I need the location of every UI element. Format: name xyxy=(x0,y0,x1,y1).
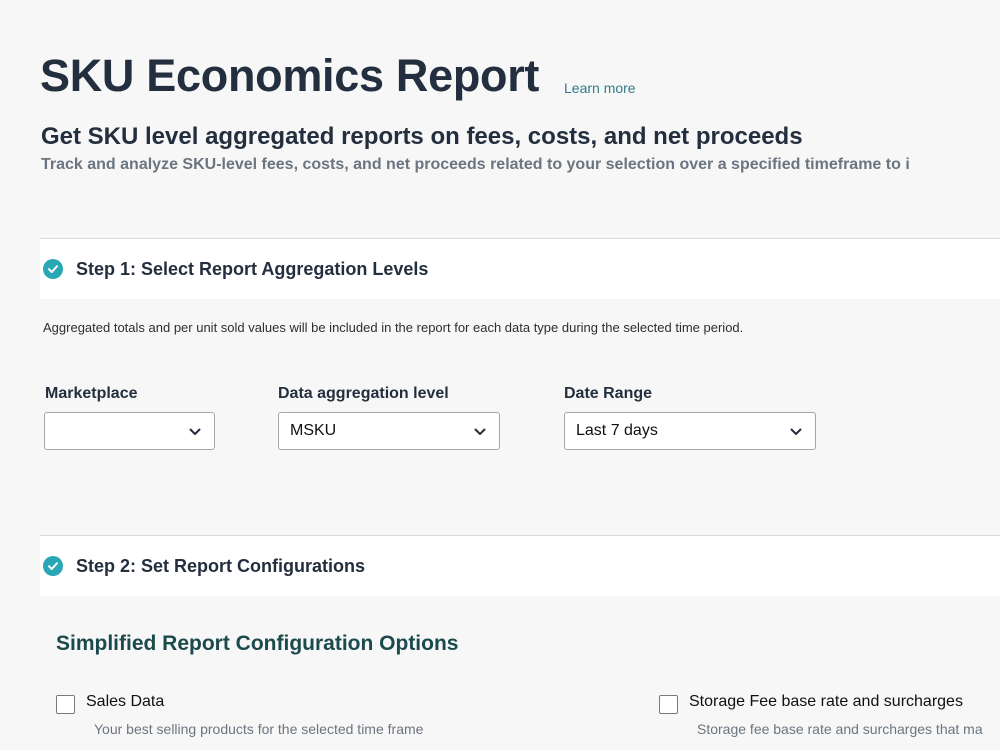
aggregation-level-value: MSKU xyxy=(290,422,337,439)
sales-data-checkbox[interactable] xyxy=(56,695,75,714)
step2-header[interactable]: Step 2: Set Report Configurations xyxy=(40,535,1000,596)
aggregation-level-label: Data aggregation level xyxy=(278,385,449,402)
aggregation-note: Aggregated totals and per unit sold valu… xyxy=(43,320,744,335)
date-range-select[interactable]: Last 7 days xyxy=(564,412,816,450)
aggregation-level-select[interactable]: MSKU xyxy=(278,412,500,450)
page-subtitle: Get SKU level aggregated reports on fees… xyxy=(41,123,803,150)
storage-fee-description: Storage fee base rate and surcharges tha… xyxy=(697,721,983,737)
sales-data-description: Your best selling products for the selec… xyxy=(94,721,424,737)
sales-data-label[interactable]: Sales Data xyxy=(86,693,164,711)
check-circle-icon xyxy=(43,259,63,279)
date-range-value: Last 7 days xyxy=(576,422,658,439)
storage-fee-label[interactable]: Storage Fee base rate and surcharges xyxy=(689,693,963,711)
step1-header[interactable]: Step 1: Select Report Aggregation Levels xyxy=(40,238,1000,299)
chevron-down-icon xyxy=(474,428,486,435)
date-range-label: Date Range xyxy=(564,385,653,402)
storage-fee-checkbox[interactable] xyxy=(659,695,678,714)
page-title: SKU Economics Report xyxy=(40,50,540,101)
marketplace-label: Marketplace xyxy=(45,385,138,402)
step2-title: Step 2: Set Report Configurations xyxy=(76,556,366,576)
page-description: Track and analyze SKU-level fees, costs,… xyxy=(41,156,910,173)
learn-more-link[interactable]: Learn more xyxy=(564,80,636,96)
config-options-title: Simplified Report Configuration Options xyxy=(56,632,459,655)
check-circle-icon xyxy=(43,556,63,576)
chevron-down-icon xyxy=(790,428,802,435)
marketplace-select[interactable] xyxy=(44,412,215,450)
chevron-down-icon xyxy=(189,428,201,435)
step1-title: Step 1: Select Report Aggregation Levels xyxy=(76,259,429,279)
